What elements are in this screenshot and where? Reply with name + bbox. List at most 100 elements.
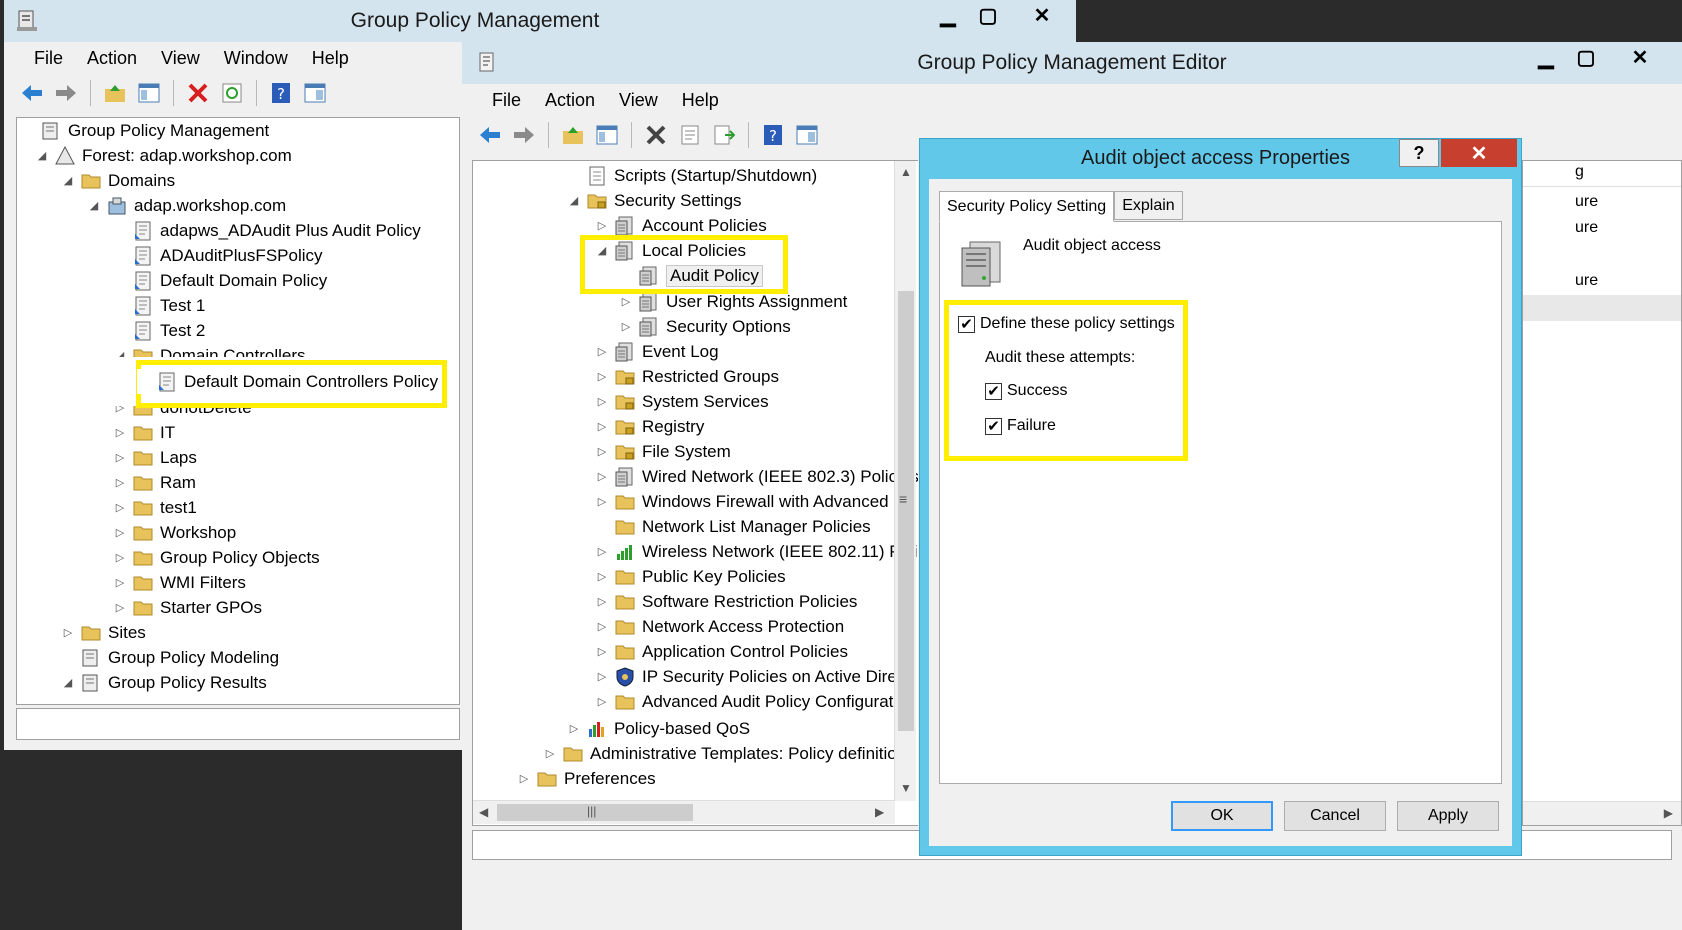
gpm-node-adapws-adaudit-plus-audit-policy[interactable]: adapws_ADAudit Plus Audit Policy [113,218,421,243]
expand-arrow-icon[interactable]: ▷ [113,501,127,514]
editor-node-event-log[interactable]: ▷ Event Log [595,339,719,364]
expand-arrow-icon[interactable]: ▷ [113,601,127,614]
forward-arrow-icon[interactable] [52,79,80,107]
editor-tree-pane[interactable]: Scripts (Startup/Shutdown) ◢ Security Sett… [472,160,918,826]
expand-arrow-icon[interactable]: ▷ [595,570,609,583]
collapse-arrow-icon[interactable]: ◢ [113,349,127,357]
gpm-close-button[interactable]: ✕ [1008,0,1076,30]
scroll-right-arrow-icon[interactable]: ▶ [1664,806,1673,820]
gpm-node-domains[interactable]: ◢ Domains [61,168,175,193]
ok-button[interactable]: OK [1171,801,1273,831]
failure-checkbox[interactable]: ✔ [985,417,1002,435]
result-row-2[interactable]: ure [1575,219,1598,237]
up-folder-icon[interactable] [559,121,587,149]
gpm-minimize-button[interactable]: ▁ [928,0,968,30]
gpm-node-donotdelete[interactable]: ▷ donotDelete [113,406,252,420]
editor-node-preferences[interactable]: ▷ Preferences [517,766,656,791]
editor-titlebar[interactable]: Group Policy Management Editor ▁ ▢ ✕ [462,42,1682,84]
editor-node-advanced-audit-policy-configurati[interactable]: ▷ Advanced Audit Policy Configurati [595,689,897,714]
expand-arrow-icon[interactable]: ▷ [113,551,127,564]
expand-arrow-icon[interactable]: ▷ [595,395,609,408]
expand-arrow-icon[interactable]: ▷ [595,645,609,658]
refresh-icon[interactable] [218,79,246,107]
scroll-thumb[interactable] [898,291,914,731]
expand-arrow-icon[interactable]: ▷ [619,320,633,333]
expand-arrow-icon[interactable]: ▷ [113,451,127,464]
expand-arrow-icon[interactable]: ▷ [595,470,609,483]
tab-security-policy-setting[interactable]: Security Policy Setting [939,191,1115,222]
result-row-1[interactable]: ure [1575,193,1598,211]
properties-icon[interactable] [793,121,821,149]
expand-arrow-icon[interactable]: ▷ [543,747,557,760]
editor-node-file-system[interactable]: ▷ File System [595,439,731,464]
gpm-node-default-domain-controllers-policy[interactable]: Default Domain Controllers Policy [137,369,439,394]
scroll-right-arrow-icon[interactable]: ▶ [875,805,884,819]
gpm-node-ram[interactable]: ▷ Ram [113,470,196,495]
editor-minimize-button[interactable]: ▁ [1526,42,1566,72]
gpm-node-wmi-filters[interactable]: ▷ WMI Filters [113,570,246,595]
help-icon[interactable]: ? [267,79,295,107]
editor-node-wired-network-ieee-802-3-policies[interactable]: ▷ Wired Network (IEEE 802.3) Policies [595,464,918,489]
expand-arrow-icon[interactable]: ▷ [113,576,127,589]
expand-arrow-icon[interactable]: ▷ [595,595,609,608]
editor-node-application-control-policies[interactable]: ▷ Application Control Policies [595,639,848,664]
delete-icon[interactable] [184,79,212,107]
editor-node-network-access-protection[interactable]: ▷ Network Access Protection [595,614,844,639]
gpm-titlebar[interactable]: Group Policy Management ▁ ▢ ✕ [4,0,1076,42]
expand-arrow-icon[interactable]: ▷ [595,695,609,708]
editor-menu-view[interactable]: View [607,90,670,111]
scroll-down-arrow-icon[interactable]: ▼ [900,781,912,795]
define-settings-checkbox-row[interactable]: ✔ Define these policy settings [958,315,1175,333]
gpm-node-workshop[interactable]: ▷ Workshop [113,520,236,545]
scroll-left-arrow-icon[interactable]: ◀ [479,805,488,819]
expand-arrow-icon[interactable]: ▷ [595,445,609,458]
collapse-arrow-icon[interactable]: ◢ [87,199,101,212]
gpm-node-laps[interactable]: ▷ Laps [113,445,197,470]
collapse-arrow-icon[interactable]: ◢ [61,174,75,187]
cancel-button[interactable]: Cancel [1284,801,1386,831]
expand-arrow-icon[interactable]: ▷ [595,370,609,383]
editor-node-local-policies[interactable]: ◢ Local Policies [595,238,746,263]
editor-menu-file[interactable]: File [480,90,533,111]
expand-arrow-icon[interactable]: ▷ [113,406,127,414]
editor-result-pane[interactable]: g ure ure ure ▶ [1522,160,1682,826]
gpm-node-test-2[interactable]: Test 2 [113,318,205,343]
editor-close-button[interactable]: ✕ [1606,42,1674,72]
gpm-node-forest-adap-workshop-com[interactable]: ◢ Forest: adap.workshop.com [35,143,292,168]
result-row-3[interactable]: ure [1575,272,1598,290]
result-row-selected[interactable] [1523,295,1681,321]
editor-node-security-options[interactable]: ▷ Security Options [619,314,791,339]
editor-node-audit-policy[interactable]: Audit Policy [619,263,763,288]
gpm-menu-help[interactable]: Help [300,48,361,69]
gpm-menu-action[interactable]: Action [75,48,149,69]
expand-arrow-icon[interactable]: ▷ [113,476,127,489]
gpm-menu-file[interactable]: File [22,48,75,69]
gpm-node-group-policy-modeling[interactable]: Group Policy Modeling [61,645,279,670]
gpm-menu-window[interactable]: Window [212,48,300,69]
gpm-node-test-1[interactable]: Test 1 [113,293,205,318]
editor-menu-help[interactable]: Help [670,90,731,111]
up-folder-icon[interactable] [101,79,129,107]
properties-icon[interactable] [301,79,329,107]
editor-node-public-key-policies[interactable]: ▷ Public Key Policies [595,564,786,589]
gpm-node-group-policy-results[interactable]: ◢ Group Policy Results [61,670,267,695]
gpm-node-it[interactable]: ▷ IT [113,420,175,445]
expand-arrow-icon[interactable]: ▷ [595,620,609,633]
editor-node-scripts-startup-shutdown[interactable]: Scripts (Startup/Shutdown) [567,163,817,188]
delete-icon[interactable] [642,121,670,149]
apply-button[interactable]: Apply [1397,801,1499,831]
expand-arrow-icon[interactable]: ▷ [595,345,609,358]
gpm-node-test1[interactable]: ▷ test1 [113,495,197,520]
export-list-icon[interactable] [710,121,738,149]
expand-arrow-icon[interactable]: ▷ [113,526,127,539]
success-checkbox[interactable]: ✔ [985,382,1002,400]
expand-arrow-icon[interactable]: ▷ [567,722,581,735]
editor-node-registry[interactable]: ▷ Registry [595,414,705,439]
gpm-node-starter-gpos[interactable]: ▷ Starter GPOs [113,595,262,620]
dialog-help-button[interactable]: ? [1399,139,1439,167]
gpm-node-sites[interactable]: ▷ Sites [61,620,146,645]
gpm-tree-pane[interactable]: Group Policy Management ◢ Forest: adap.wor… [16,117,460,705]
dialog-close-button[interactable]: ✕ [1441,139,1517,167]
expand-arrow-icon[interactable]: ▷ [619,295,633,308]
back-arrow-icon[interactable] [18,79,46,107]
